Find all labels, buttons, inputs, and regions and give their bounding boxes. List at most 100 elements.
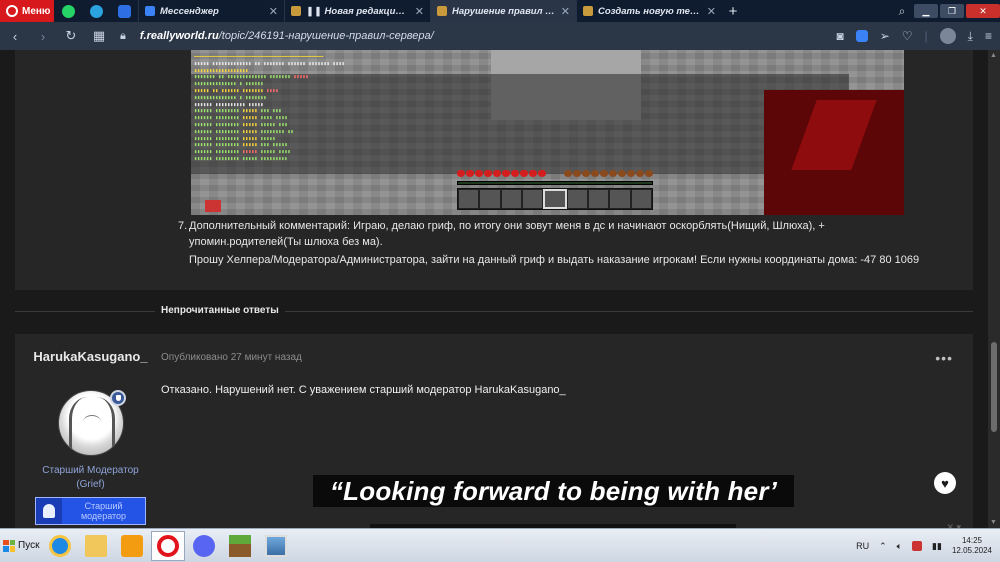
clock[interactable]: 14:25 12.05.2024 bbox=[952, 536, 992, 556]
tab-new-topic[interactable]: Создать новую тему - R ✕ bbox=[576, 0, 722, 22]
tab-title: Мессенджер bbox=[160, 5, 219, 17]
opera-menu-button[interactable]: Меню bbox=[0, 0, 54, 22]
close-window-button[interactable]: ✕ bbox=[966, 4, 1000, 18]
like-button[interactable]: ♥ bbox=[934, 472, 956, 494]
telegram-icon[interactable] bbox=[82, 0, 110, 22]
url-domain: f.reallyworld.ru bbox=[139, 30, 219, 42]
page-scrollbar[interactable]: ▲ ▼ bbox=[988, 50, 1000, 528]
scroll-down-icon[interactable]: ▼ bbox=[990, 519, 997, 526]
close-tab-icon[interactable]: ✕ bbox=[415, 5, 424, 18]
tray-expand-icon[interactable]: ⌃ bbox=[879, 541, 887, 552]
site-favicon-icon bbox=[291, 6, 301, 16]
list-item-7: 7. Дополнительный комментарий: Играю, де… bbox=[178, 218, 938, 270]
rank-image: Старший модератор bbox=[35, 497, 146, 525]
status-effect-icon bbox=[205, 200, 221, 212]
xp-bar bbox=[457, 181, 653, 185]
minecraft-screenshot[interactable]: ━━━━━━━━━━━━━━━━━━━━━━━━━━━━━━━━━━━━━━━━… bbox=[191, 50, 904, 215]
tab-violation[interactable]: Нарушение правил серв ✕ bbox=[430, 0, 576, 22]
divider bbox=[285, 311, 973, 312]
vpn-icon[interactable] bbox=[855, 30, 868, 42]
avatar-face bbox=[83, 415, 101, 429]
tab-title: Нарушение правил серв bbox=[452, 5, 556, 17]
post-options-button[interactable]: ••• bbox=[935, 350, 953, 366]
search-tabs-icon[interactable]: ⌕ bbox=[892, 4, 912, 19]
tab-strip: Меню Мессенджер ✕ ❚❚ Новая редакция прав… bbox=[0, 0, 1000, 22]
hunger-bar bbox=[564, 170, 653, 177]
meta-prefix: Опубликовано bbox=[161, 352, 228, 363]
maximize-button[interactable]: ❐ bbox=[940, 4, 964, 18]
camera-icon[interactable]: ◙ bbox=[836, 29, 843, 43]
site-favicon-icon bbox=[583, 6, 593, 16]
close-tab-icon[interactable]: ✕ bbox=[561, 5, 570, 18]
rank-image-text: Старший модератор bbox=[80, 501, 127, 521]
post-body: Отказано. Нарушений нет. С уважением ста… bbox=[161, 384, 566, 396]
whatsapp-icon[interactable] bbox=[54, 0, 82, 22]
scroll-up-icon[interactable]: ▲ bbox=[990, 52, 997, 59]
request-text: Прошу Хелпера/Модератора/Администратора,… bbox=[189, 254, 920, 266]
back-icon[interactable]: ‹ bbox=[8, 29, 22, 44]
signature-banner: “Looking forward to being with her’ bbox=[313, 475, 794, 507]
lock-icon[interactable]: 🔒︎ bbox=[120, 30, 126, 43]
close-tab-icon[interactable]: ✕ bbox=[269, 5, 278, 18]
volume-icon[interactable]: 🔈︎ bbox=[897, 541, 902, 552]
close-tab-icon[interactable]: ✕ bbox=[707, 5, 716, 18]
author-role: Старший Модератор (Grief) bbox=[42, 465, 139, 490]
author-name[interactable]: HarukaKasugano_ bbox=[32, 348, 149, 365]
pause-icon[interactable] bbox=[110, 0, 138, 22]
messenger-icon bbox=[145, 6, 155, 16]
opera-browser-icon[interactable] bbox=[151, 530, 185, 561]
forward-icon[interactable]: › bbox=[36, 29, 50, 44]
separator: | bbox=[924, 29, 928, 43]
menu-label: Меню bbox=[22, 5, 51, 17]
tab-title: ❚❚ Новая редакция прави bbox=[306, 5, 410, 17]
minimize-button[interactable]: ▁ bbox=[914, 4, 938, 18]
internet-explorer-icon[interactable] bbox=[43, 531, 77, 561]
health-bar bbox=[457, 170, 546, 177]
send-icon[interactable]: ➢ bbox=[880, 29, 890, 43]
reload-icon[interactable]: ↻ bbox=[64, 28, 78, 44]
tab-grid-icon[interactable]: ▦ bbox=[92, 28, 106, 44]
section-title: Непрочитанные ответы bbox=[161, 305, 279, 316]
tab-messenger[interactable]: Мессенджер ✕ bbox=[138, 0, 284, 22]
network-icon[interactable] bbox=[912, 541, 923, 551]
scrollbar-thumb[interactable] bbox=[991, 342, 997, 432]
window-controls: ⌕ ▁ ❐ ✕ bbox=[892, 0, 1000, 22]
hotbar bbox=[457, 188, 653, 210]
moderator-person-icon bbox=[36, 498, 62, 524]
download-icon[interactable]: ⤓ bbox=[968, 29, 973, 44]
file-explorer-icon[interactable] bbox=[79, 531, 113, 561]
clock-time: 14:25 bbox=[961, 536, 982, 545]
favorite-heart-icon[interactable]: ♡ bbox=[902, 29, 913, 43]
address-actions: ◙ ➢ ♡ | ⤓ ≡ bbox=[836, 28, 992, 44]
forum-page: ━━━━━━━━━━━━━━━━━━━━━━━━━━━━━━━━━━━━━━━━… bbox=[0, 50, 988, 528]
opera-logo-icon bbox=[6, 5, 18, 17]
post-time[interactable]: 27 минут назад bbox=[231, 352, 302, 363]
url-path: /topic/246191-нарушение-правил-сервера/ bbox=[218, 30, 434, 42]
game-chat-text: ━━━━━━━━━━━━━━━━━━━━━━━━━━━━━━━━━━━━━━━━… bbox=[194, 54, 345, 162]
discord-icon[interactable] bbox=[187, 531, 221, 561]
system-tray: RU ⌃ 🔈︎ ▮▮ 14:25 12.05.2024 bbox=[856, 529, 1000, 562]
start-label: Пуск bbox=[18, 540, 40, 551]
post-meta: Опубликовано 27 минут назад bbox=[161, 352, 302, 363]
heart-icon: ♥ bbox=[941, 475, 949, 491]
signal-icon[interactable]: ▮▮ bbox=[932, 541, 942, 552]
moderator-shield-icon bbox=[110, 390, 126, 406]
language-indicator[interactable]: RU bbox=[856, 541, 869, 551]
profile-icon[interactable] bbox=[939, 28, 956, 44]
new-tab-button[interactable]: + bbox=[722, 3, 744, 20]
windows-logo-icon bbox=[3, 539, 15, 552]
tab-title: Создать новую тему - R bbox=[598, 5, 702, 17]
comment-text: Дополнительный комментарий: Играю, делаю… bbox=[189, 220, 825, 248]
list-number: 7. bbox=[178, 220, 188, 232]
minecraft-icon[interactable] bbox=[223, 531, 257, 561]
media-player-icon[interactable] bbox=[115, 531, 149, 561]
tab-rules[interactable]: ❚❚ Новая редакция прави ✕ bbox=[284, 0, 430, 22]
post-original: ━━━━━━━━━━━━━━━━━━━━━━━━━━━━━━━━━━━━━━━━… bbox=[15, 50, 973, 290]
taskbar: Пуск RU ⌃ 🔈︎ ▮▮ 14:25 12.05.2024 bbox=[0, 528, 1000, 562]
image-viewer-icon[interactable] bbox=[259, 531, 293, 561]
start-button[interactable]: Пуск bbox=[0, 531, 42, 561]
menu-lines-icon[interactable]: ≡ bbox=[985, 29, 992, 43]
divider bbox=[15, 311, 155, 312]
url-field[interactable]: f.reallyworld.ru/topic/246191-нарушение-… bbox=[140, 30, 823, 42]
clock-date: 12.05.2024 bbox=[951, 546, 992, 555]
